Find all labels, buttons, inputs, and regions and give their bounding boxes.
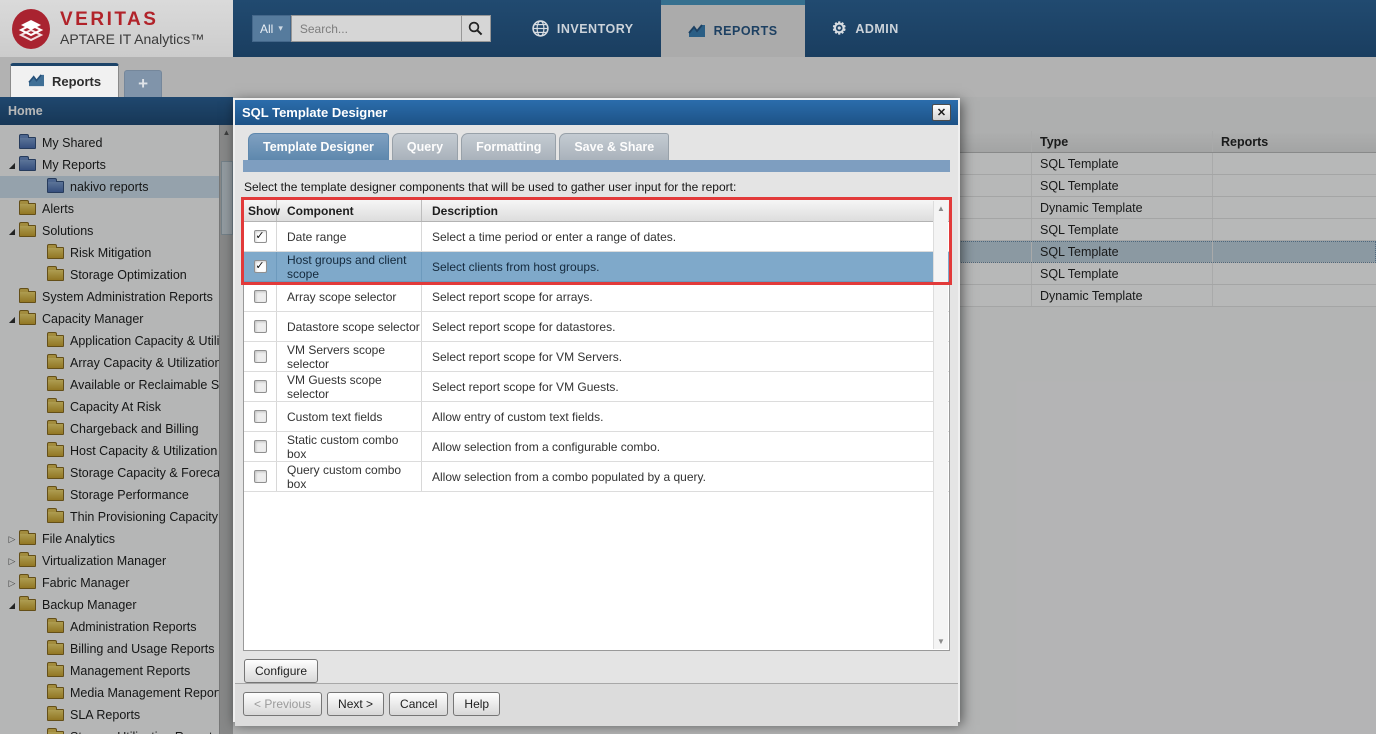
brand-veritas-text: VERITAS [60, 10, 204, 30]
global-search: All ▾ [252, 0, 491, 57]
description-cell: Select clients from host groups. [422, 252, 949, 281]
component-cell: Host groups and client scope [277, 252, 422, 281]
component-row-custom-text-fields[interactable]: Custom text fieldsAllow entry of custom … [244, 402, 949, 432]
brand-logo: VERITAS APTARE IT Analytics™ [0, 0, 233, 57]
scroll-down-icon[interactable]: ▼ [937, 637, 945, 646]
tab-reports[interactable]: Reports [10, 63, 119, 97]
help-button[interactable]: Help [453, 692, 500, 716]
description-cell: Allow entry of custom text fields. [422, 402, 949, 431]
gear-icon: ⚙ [832, 20, 848, 37]
dialog-tab-query[interactable]: Query [392, 133, 458, 160]
show-cell [244, 312, 277, 341]
nav-inventory[interactable]: INVENTORY [505, 0, 661, 57]
component-cell: Array scope selector [277, 282, 422, 311]
brand-product-text: APTARE IT Analytics™ [60, 31, 204, 47]
search-scope-value: All [260, 22, 273, 36]
component-row-vm-guests-scope-selector[interactable]: VM Guests scope selectorSelect report sc… [244, 372, 949, 402]
globe-icon [532, 20, 549, 37]
checkbox-unchecked[interactable] [254, 410, 267, 423]
search-scope-dropdown[interactable]: All ▾ [252, 15, 291, 42]
checkbox-unchecked[interactable] [254, 470, 267, 483]
component-table: Show Component Description ✓Date rangeSe… [243, 199, 950, 651]
show-cell [244, 282, 277, 311]
nav-admin[interactable]: ⚙ ADMIN [805, 0, 926, 57]
description-cell: Select a time period or enter a range of… [422, 222, 949, 251]
component-cell: VM Guests scope selector [277, 372, 422, 401]
new-tab-button[interactable]: + [124, 70, 162, 97]
show-cell [244, 402, 277, 431]
component-cell: Static custom combo box [277, 432, 422, 461]
component-row-host-groups-and-client-scope[interactable]: ✓ Host groups and client scopeSelect clie… [244, 252, 949, 282]
component-table-scrollbar[interactable]: ▲ ▼ [933, 201, 948, 649]
scroll-up-icon[interactable]: ▲ [937, 204, 945, 213]
component-row-date-range[interactable]: ✓ Date rangeSelect a time period or enter… [244, 222, 949, 252]
checkbox-unchecked[interactable] [254, 290, 267, 303]
dialog-instruction: Select the template designer components … [243, 172, 950, 199]
show-cell [244, 462, 277, 491]
dialog-tab-save-share[interactable]: Save & Share [559, 133, 669, 160]
nav-inventory-label: INVENTORY [557, 22, 634, 36]
component-cell: Datastore scope selector [277, 312, 422, 341]
column-header-description[interactable]: Description [422, 200, 949, 221]
line-chart-icon [28, 73, 45, 91]
nav-admin-label: ADMIN [855, 22, 898, 36]
description-cell: Select report scope for VM Guests. [422, 372, 949, 401]
nav-reports-label: REPORTS [714, 24, 778, 38]
show-cell: ✓ [244, 222, 277, 251]
checkbox-unchecked[interactable] [254, 320, 267, 333]
checkbox-checked[interactable]: ✓ [254, 260, 267, 273]
next-button[interactable]: Next > [327, 692, 384, 716]
component-cell: Query custom combo box [277, 462, 422, 491]
description-cell: Select report scope for arrays. [422, 282, 949, 311]
component-table-header: Show Component Description [244, 200, 949, 222]
show-cell: ✓ [244, 252, 277, 281]
component-cell: VM Servers scope selector [277, 342, 422, 371]
chevron-down-icon: ▾ [278, 23, 283, 34]
dialog-tabs: Template DesignerQueryFormattingSave & S… [243, 132, 950, 160]
line-chart-icon [688, 23, 706, 39]
search-button[interactable] [461, 15, 491, 42]
veritas-logo-icon [11, 9, 51, 49]
dialog-tab-underline [243, 160, 950, 172]
close-icon[interactable]: ✕ [932, 104, 951, 121]
component-row-datastore-scope-selector[interactable]: Datastore scope selectorSelect report sc… [244, 312, 949, 342]
column-header-show[interactable]: Show [244, 200, 277, 221]
component-row-vm-servers-scope-selector[interactable]: VM Servers scope selectorSelect report s… [244, 342, 949, 372]
column-header-component[interactable]: Component [277, 200, 422, 221]
show-cell [244, 342, 277, 371]
report-tab-bar: Reports + [0, 57, 1376, 97]
show-cell [244, 372, 277, 401]
checkbox-unchecked[interactable] [254, 350, 267, 363]
nav-reports[interactable]: REPORTS [661, 0, 805, 57]
sql-template-designer-dialog: SQL Template Designer ✕ Template Designe… [233, 98, 960, 722]
cancel-button[interactable]: Cancel [389, 692, 448, 716]
configure-button[interactable]: Configure [244, 659, 318, 683]
component-row-array-scope-selector[interactable]: Array scope selectorSelect report scope … [244, 282, 949, 312]
search-input[interactable] [291, 15, 461, 42]
component-cell: Date range [277, 222, 422, 251]
top-nav: VERITAS APTARE IT Analytics™ All ▾ [0, 0, 1376, 57]
component-cell: Custom text fields [277, 402, 422, 431]
checkbox-unchecked[interactable] [254, 440, 267, 453]
description-cell: Select report scope for datastores. [422, 312, 949, 341]
checkbox-unchecked[interactable] [254, 380, 267, 393]
dialog-title-bar: SQL Template Designer ✕ [235, 100, 958, 125]
search-icon [468, 21, 483, 36]
dialog-tab-formatting[interactable]: Formatting [461, 133, 556, 160]
show-cell [244, 432, 277, 461]
description-cell: Allow selection from a combo populated b… [422, 462, 949, 491]
previous-button[interactable]: < Previous [243, 692, 322, 716]
component-row-static-custom-combo-box[interactable]: Static custom combo boxAllow selection f… [244, 432, 949, 462]
description-cell: Allow selection from a configurable comb… [422, 432, 949, 461]
checkbox-checked[interactable]: ✓ [254, 230, 267, 243]
dialog-tab-template-designer[interactable]: Template Designer [248, 133, 389, 160]
tab-reports-label: Reports [52, 74, 101, 89]
dialog-footer: < PreviousNext >CancelHelp [235, 683, 958, 726]
component-row-query-custom-combo-box[interactable]: Query custom combo boxAllow selection fr… [244, 462, 949, 492]
description-cell: Select report scope for VM Servers. [422, 342, 949, 371]
dialog-title: SQL Template Designer [242, 105, 387, 120]
